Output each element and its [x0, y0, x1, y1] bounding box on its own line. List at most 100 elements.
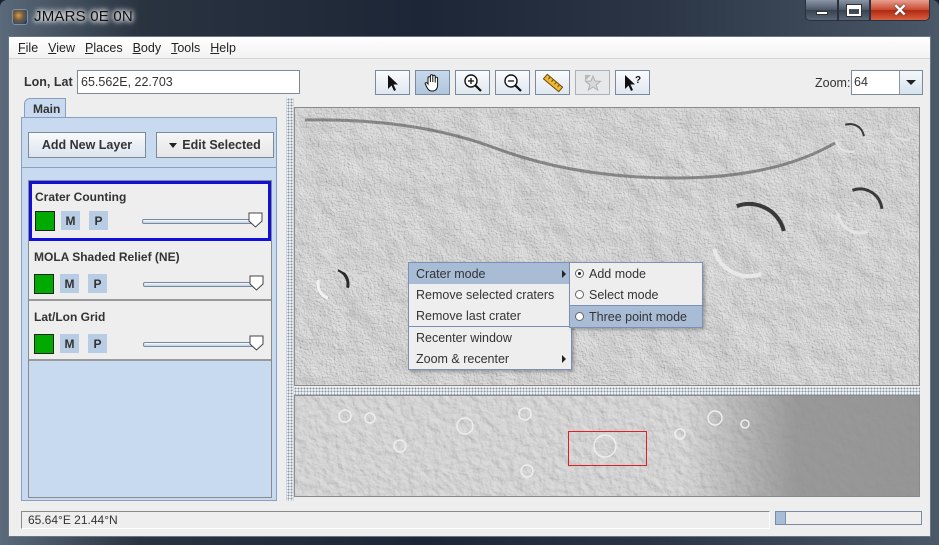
submenu-arrow-icon — [562, 270, 566, 278]
maximize-button[interactable] — [838, 0, 870, 21]
zoom-value[interactable]: 64 — [852, 71, 900, 94]
tab-main[interactable]: Main — [24, 98, 66, 118]
edit-selected-button[interactable]: Edit Selected — [156, 132, 274, 158]
layer-manager-panel: Add New Layer Edit Selected Crater Count… — [21, 117, 277, 501]
menu-item-recenter-window[interactable]: Recenter window — [409, 327, 571, 348]
zoom-combo-box[interactable]: 64 — [851, 70, 923, 95]
arrow-question-icon: ? — [624, 74, 641, 91]
layer-opacity-slider[interactable] — [143, 335, 265, 351]
close-button[interactable]: ✕ — [870, 0, 930, 21]
panner-view-toggle-button[interactable]: P — [88, 274, 107, 293]
menu-item-remove-selected-craters[interactable]: Remove selected craters — [409, 284, 571, 305]
investigate-tool-button[interactable]: ? — [615, 70, 650, 95]
favorite-tool-button[interactable] — [575, 70, 610, 95]
measure-tool-button[interactable] — [535, 70, 570, 95]
panner-view-toggle-button[interactable]: P — [89, 211, 108, 230]
button-label: Edit Selected — [182, 138, 261, 152]
add-new-layer-button[interactable]: Add New Layer — [28, 132, 146, 158]
horizontal-split-handle[interactable] — [294, 387, 920, 395]
zoom-out-tool-button[interactable] — [495, 70, 530, 95]
layer-visibility-toggle[interactable] — [34, 274, 54, 294]
main-view-toggle-button[interactable]: M — [61, 211, 80, 230]
progress-bar-fill — [776, 512, 787, 524]
menu-item-label: Select mode — [589, 287, 659, 302]
menu-item-three-point-mode[interactable]: Three point mode — [570, 306, 702, 327]
application-window: JMARS 0E 0N ✕ File View Places Body Tool… — [0, 0, 939, 545]
main-view-toggle-button[interactable]: M — [60, 274, 79, 293]
select-tool-button[interactable] — [375, 70, 410, 95]
layer-row-lat-lon-grid[interactable]: Lat/Lon Grid M P — [29, 301, 271, 361]
menu-item-zoom-recenter[interactable]: Zoom & recenter — [409, 348, 571, 369]
menu-item-label: Crater mode — [416, 266, 486, 281]
close-icon: ✕ — [892, 0, 908, 20]
pan-tool-button[interactable] — [415, 70, 450, 95]
menu-places[interactable]: Places — [80, 41, 128, 55]
menu-item-label: Zoom & recenter — [416, 351, 510, 366]
star-icon — [583, 74, 602, 91]
menu-bar: File View Places Body Tools Help — [9, 37, 930, 59]
minimize-button[interactable] — [805, 0, 838, 21]
layer-visibility-toggle[interactable] — [35, 211, 55, 231]
zoom-dropdown-button[interactable] — [900, 71, 922, 94]
layer-visibility-toggle[interactable] — [34, 334, 54, 354]
menu-tools[interactable]: Tools — [166, 41, 205, 55]
menu-item-crater-mode[interactable]: Crater mode — [409, 263, 571, 284]
layer-opacity-slider[interactable] — [143, 275, 265, 291]
slider-thumb[interactable] — [249, 335, 264, 351]
zoom-in-icon — [463, 73, 482, 92]
menu-item-add-mode[interactable]: Add mode — [570, 263, 702, 284]
slider-thumb[interactable] — [248, 212, 263, 228]
panner-viewport-box[interactable] — [568, 431, 647, 466]
lon-lat-input[interactable] — [77, 70, 300, 94]
menu-label: Tools — [171, 40, 201, 55]
menu-label: File — [18, 40, 39, 55]
button-label: Add New Layer — [41, 138, 133, 152]
menu-item-label: Remove last crater — [416, 308, 521, 323]
layer-opacity-slider[interactable] — [142, 212, 264, 228]
progress-bar — [775, 511, 922, 525]
radio-unchecked-icon — [575, 312, 584, 321]
dropdown-arrow-icon — [169, 142, 178, 148]
tool-bar: ? — [375, 70, 650, 96]
menu-item-remove-last-crater[interactable]: Remove last crater — [409, 305, 571, 326]
panner-view-toggle-button[interactable]: P — [88, 334, 107, 353]
layer-list: Crater Counting M P MOLA Shaded Relief (… — [28, 180, 272, 498]
menu-body[interactable]: Body — [128, 41, 167, 55]
layer-row-crater-counting[interactable]: Crater Counting M P — [29, 181, 271, 241]
main-map-view[interactable] — [294, 107, 920, 386]
vertical-split-handle[interactable] — [286, 98, 294, 501]
layer-row-mola-shaded-relief[interactable]: MOLA Shaded Relief (NE) M P — [29, 241, 271, 301]
client-area: File View Places Body Tools Help Lon, La… — [8, 36, 931, 537]
menu-view[interactable]: View — [43, 41, 80, 55]
chevron-down-icon — [906, 80, 916, 85]
radio-unchecked-icon — [575, 290, 584, 299]
panner-map-view[interactable] — [294, 395, 920, 497]
ruler-icon — [542, 73, 563, 92]
menu-item-label: Three point mode — [589, 309, 687, 324]
minimize-icon — [815, 11, 828, 15]
title-bar[interactable]: JMARS 0E 0N ✕ — [0, 0, 939, 36]
shaded-relief-terrain — [295, 108, 919, 385]
menu-label: Help — [210, 40, 236, 55]
crater-mode-submenu: Add mode Select mode Three point mode — [569, 262, 703, 328]
window-title: JMARS 0E 0N — [34, 8, 133, 25]
arrow-pointer-icon — [387, 74, 398, 91]
menu-label: Body — [132, 40, 162, 55]
slider-track — [143, 282, 255, 287]
jmars-app-icon — [12, 9, 28, 25]
slider-track — [143, 342, 255, 347]
main-view-toggle-button[interactable]: M — [60, 334, 79, 353]
layer-name: MOLA Shaded Relief (NE) — [34, 250, 180, 264]
menu-label: Places — [85, 40, 123, 55]
slider-thumb[interactable] — [249, 275, 264, 291]
zoom-out-icon — [503, 73, 522, 92]
menu-label: View — [48, 40, 76, 55]
menu-file[interactable]: File — [13, 41, 43, 55]
svg-text:?: ? — [635, 75, 641, 86]
menu-item-label: Recenter window — [416, 330, 512, 345]
menu-help[interactable]: Help — [205, 41, 241, 55]
zoom-in-tool-button[interactable] — [455, 70, 490, 95]
menu-item-select-mode[interactable]: Select mode — [570, 284, 702, 305]
menu-item-label: Add mode — [589, 266, 646, 281]
lon-lat-label: Lon, Lat — [24, 75, 73, 89]
